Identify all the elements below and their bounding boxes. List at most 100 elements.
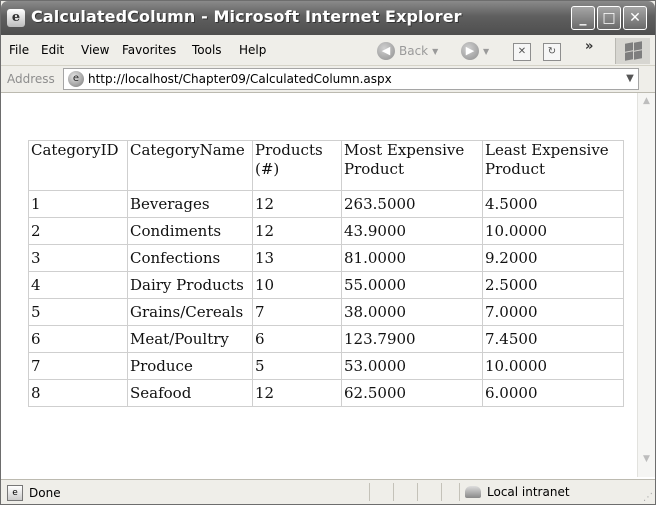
table-row: 1 Beverages 12 263.5000 4.5000 xyxy=(28,190,624,218)
table-row: 7 Produce 5 53.0000 10.0000 xyxy=(28,352,624,380)
status-divider xyxy=(393,483,394,501)
address-bar: Address e http://localhost/Chapter09/Cal… xyxy=(1,66,655,93)
cell-most-expensive: 263.5000 xyxy=(341,190,483,218)
column-header-category-id: CategoryID xyxy=(28,140,128,191)
status-divider xyxy=(459,483,460,501)
scroll-up-icon[interactable]: ▲ xyxy=(638,93,655,110)
windows-logo-icon xyxy=(615,38,650,64)
intranet-zone-icon xyxy=(465,486,481,498)
stop-icon[interactable]: ✕ xyxy=(513,43,531,61)
cell-category-name: Produce xyxy=(127,352,253,380)
menu-edit[interactable]: Edit xyxy=(41,43,64,57)
menu-file[interactable]: File xyxy=(9,43,29,57)
status-bar: e Done Local intranet ⋰ xyxy=(1,479,655,504)
table-row: 6 Meat/Poultry 6 123.7900 7.4500 xyxy=(28,325,624,353)
vertical-scrollbar[interactable]: ▲ ▼ xyxy=(637,93,655,477)
menu-help[interactable]: Help xyxy=(239,43,266,57)
cell-category-name: Condiments xyxy=(127,217,253,245)
back-dropdown-icon: ▼ xyxy=(432,46,439,56)
menu-bar: File Edit View Favorites Tools Help ◀ Ba… xyxy=(1,35,655,66)
address-dropdown-icon[interactable]: ▼ xyxy=(622,69,638,89)
status-divider xyxy=(369,483,370,501)
status-divider xyxy=(441,483,442,501)
window-title: CalculatedColumn - Microsoft Internet Ex… xyxy=(31,7,462,26)
cell-category-id: 5 xyxy=(28,298,128,326)
address-label: Address xyxy=(7,72,55,86)
forward-dropdown-icon: ▼ xyxy=(483,46,490,56)
cell-products-count: 12 xyxy=(252,379,342,407)
title-bar[interactable]: e CalculatedColumn - Microsoft Internet … xyxy=(1,1,655,35)
column-header-most-expensive: Most Expensive Product xyxy=(341,140,483,191)
security-zone-label: Local intranet xyxy=(487,485,570,499)
address-input[interactable]: e http://localhost/Chapter09/CalculatedC… xyxy=(63,68,639,90)
cell-category-id: 1 xyxy=(28,190,128,218)
minimize-button[interactable]: _ xyxy=(571,6,595,30)
menu-tools[interactable]: Tools xyxy=(192,43,222,57)
status-divider xyxy=(417,483,418,501)
cell-most-expensive: 43.9000 xyxy=(341,217,483,245)
cell-least-expensive: 7.4500 xyxy=(482,325,624,353)
scroll-down-icon[interactable]: ▼ xyxy=(638,451,655,468)
browser-window: e CalculatedColumn - Microsoft Internet … xyxy=(0,0,656,505)
table-row: 3 Confections 13 81.0000 9.2000 xyxy=(28,244,624,272)
cell-most-expensive: 55.0000 xyxy=(341,271,483,299)
cell-most-expensive: 81.0000 xyxy=(341,244,483,272)
status-text: Done xyxy=(29,486,61,500)
cell-least-expensive: 2.5000 xyxy=(482,271,624,299)
cell-category-id: 7 xyxy=(28,352,128,380)
cell-products-count: 10 xyxy=(252,271,342,299)
table-row: 4 Dairy Products 10 55.0000 2.5000 xyxy=(28,271,624,299)
status-left: e Done xyxy=(7,485,61,501)
cell-category-id: 8 xyxy=(28,379,128,407)
forward-button[interactable]: ▶ ▼ xyxy=(461,41,489,61)
cell-least-expensive: 9.2000 xyxy=(482,244,624,272)
back-button[interactable]: ◀ Back ▼ xyxy=(377,41,438,61)
table-row: 5 Grains/Cereals 7 38.0000 7.0000 xyxy=(28,298,624,326)
cell-category-id: 6 xyxy=(28,325,128,353)
ie-app-icon[interactable]: e xyxy=(7,9,25,27)
cell-category-name: Grains/Cereals xyxy=(127,298,253,326)
table-row: 2 Condiments 12 43.9000 10.0000 xyxy=(28,217,624,245)
table-row: 8 Seafood 12 62.5000 6.0000 xyxy=(28,379,624,407)
cell-products-count: 13 xyxy=(252,244,342,272)
page-content: CategoryID CategoryName Products (#) Mos… xyxy=(1,93,655,479)
refresh-icon[interactable]: ↻ xyxy=(543,43,561,61)
menu-favorites[interactable]: Favorites xyxy=(122,43,176,57)
cell-least-expensive: 10.0000 xyxy=(482,352,624,380)
cell-most-expensive: 53.0000 xyxy=(341,352,483,380)
security-zone: Local intranet xyxy=(465,485,570,499)
cell-category-name: Beverages xyxy=(127,190,253,218)
address-url[interactable]: http://localhost/Chapter09/CalculatedCol… xyxy=(88,72,392,86)
table-header-row: CategoryID CategoryName Products (#) Mos… xyxy=(28,140,624,191)
column-header-category-name: CategoryName xyxy=(127,140,253,191)
cell-least-expensive: 10.0000 xyxy=(482,217,624,245)
cell-category-name: Confections xyxy=(127,244,253,272)
maximize-button[interactable]: □ xyxy=(597,6,621,30)
cell-most-expensive: 123.7900 xyxy=(341,325,483,353)
cell-least-expensive: 4.5000 xyxy=(482,190,624,218)
resize-grip-icon[interactable]: ⋰ xyxy=(643,492,653,503)
cell-least-expensive: 7.0000 xyxy=(482,298,624,326)
cell-products-count: 12 xyxy=(252,217,342,245)
cell-category-id: 3 xyxy=(28,244,128,272)
column-header-products: Products (#) xyxy=(252,140,342,191)
back-button-label: Back xyxy=(399,44,429,58)
menu-view[interactable]: View xyxy=(81,43,109,57)
back-arrow-icon: ◀ xyxy=(377,42,395,60)
cell-products-count: 12 xyxy=(252,190,342,218)
cell-category-name: Seafood xyxy=(127,379,253,407)
categories-table: CategoryID CategoryName Products (#) Mos… xyxy=(28,140,624,407)
cell-most-expensive: 62.5000 xyxy=(341,379,483,407)
cell-category-id: 2 xyxy=(28,217,128,245)
cell-products-count: 7 xyxy=(252,298,342,326)
column-header-least-expensive: Least Expensive Product xyxy=(482,140,624,191)
page-done-icon: e xyxy=(7,485,23,501)
toolbar-overflow-chevrons[interactable]: » xyxy=(585,39,593,54)
cell-category-id: 4 xyxy=(28,271,128,299)
cell-category-name: Dairy Products xyxy=(127,271,253,299)
cell-least-expensive: 6.0000 xyxy=(482,379,624,407)
cell-most-expensive: 38.0000 xyxy=(341,298,483,326)
forward-arrow-icon: ▶ xyxy=(461,42,479,60)
page-icon: e xyxy=(68,71,84,87)
close-button[interactable]: ✕ xyxy=(623,6,647,30)
